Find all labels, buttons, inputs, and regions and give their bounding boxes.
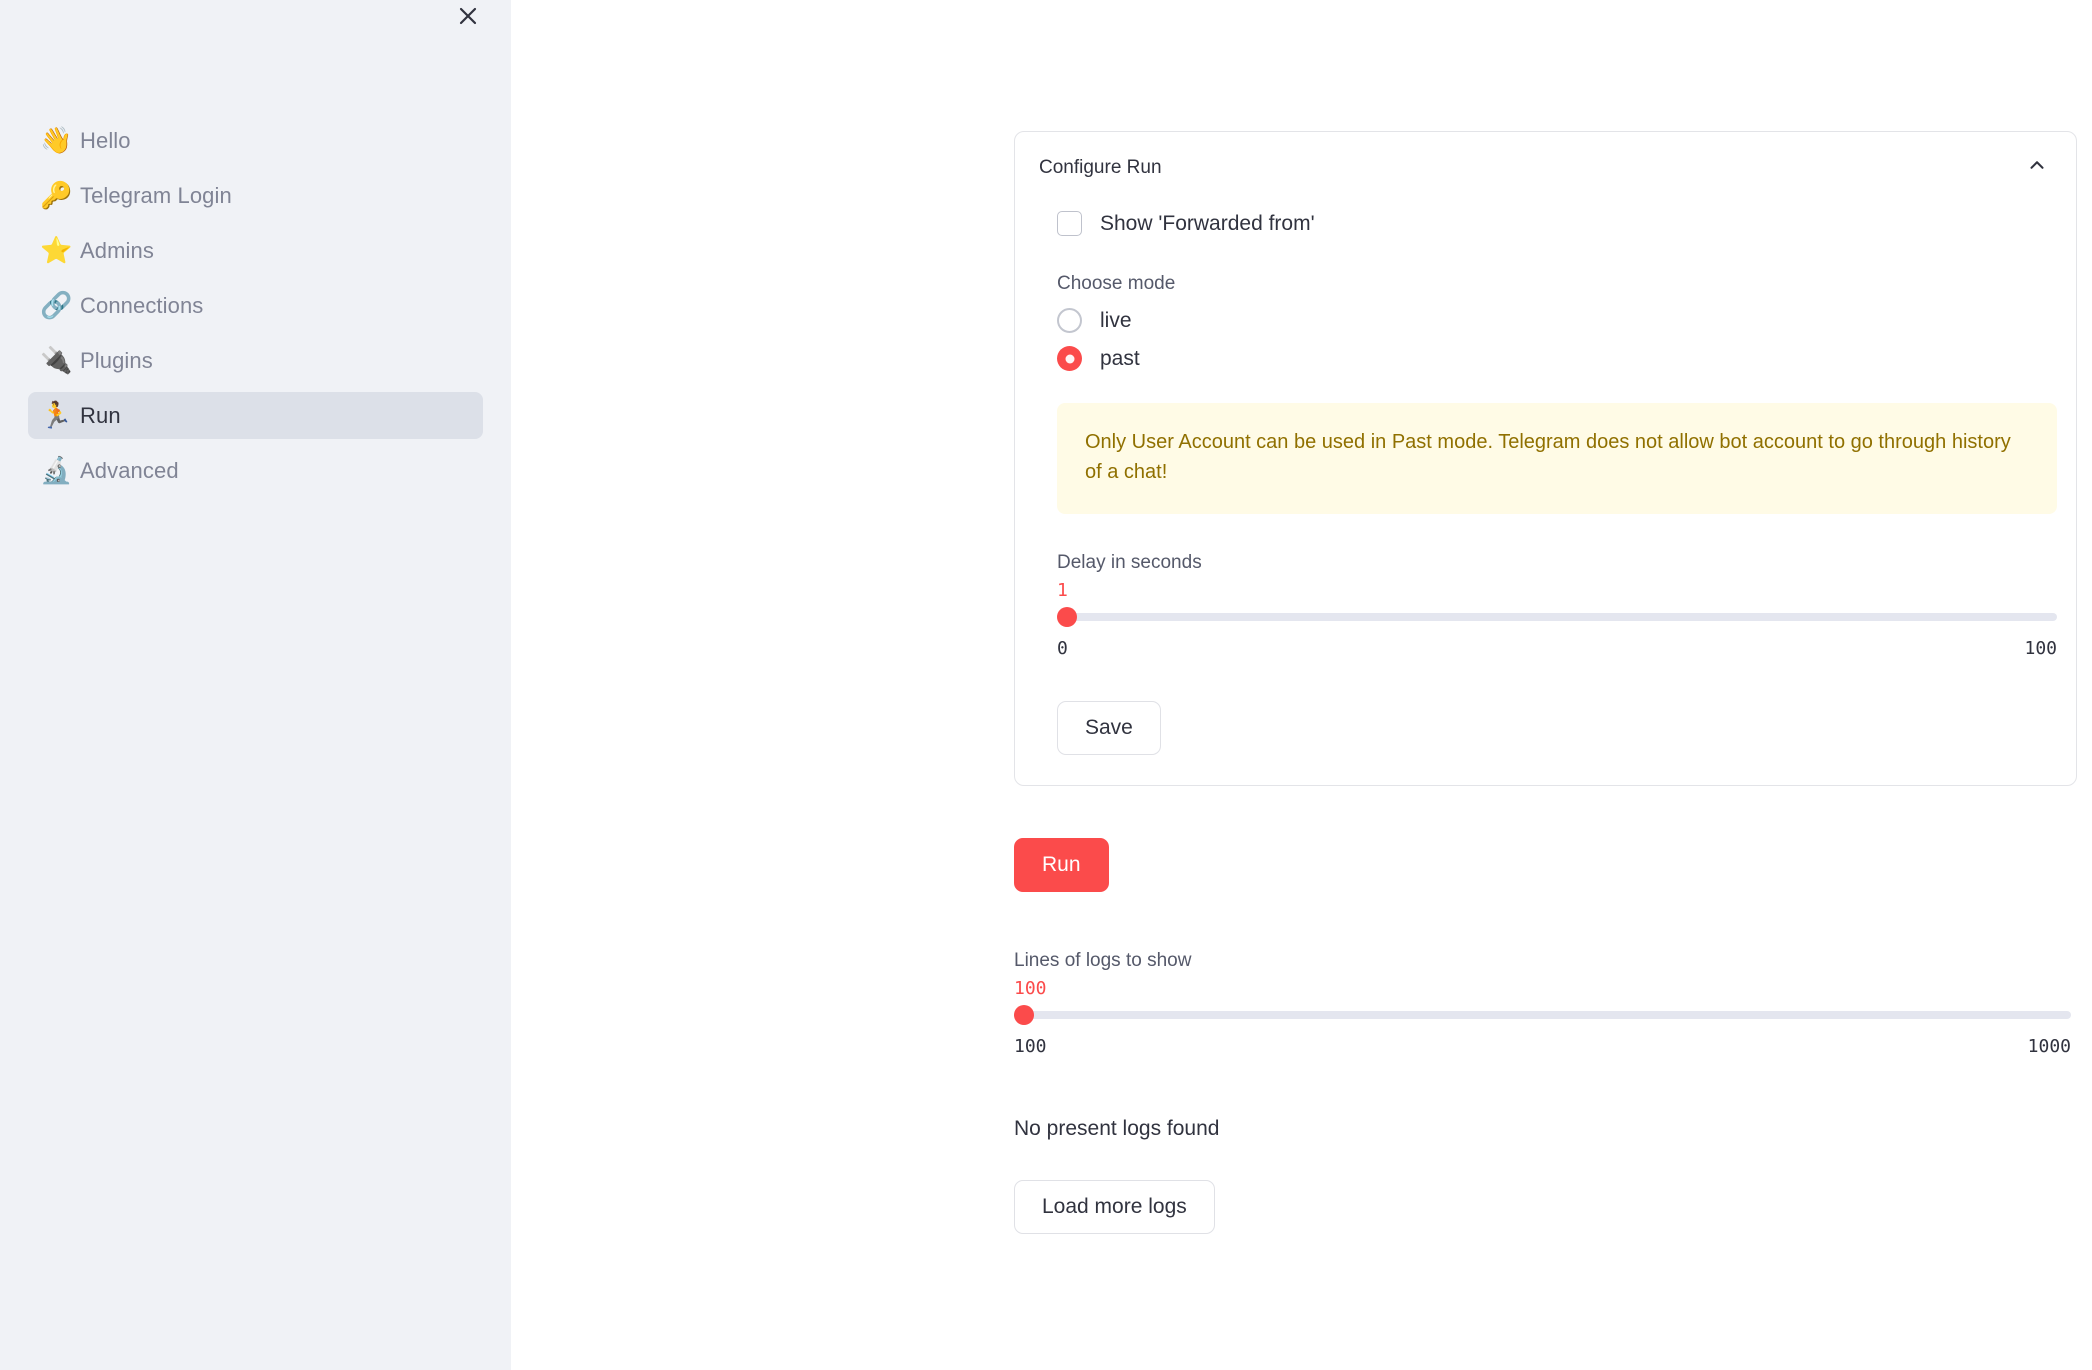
logs-slider-label: Lines of logs to show	[1014, 949, 1192, 971]
sidebar-item-label: Advanced	[80, 457, 179, 483]
show-forwarded-from-row[interactable]: Show 'Forwarded from'	[1057, 211, 2052, 236]
logs-status-text: No present logs found	[1014, 1116, 1220, 1140]
logs-slider-block: Lines of logs to show 100 100 1000	[1014, 950, 2071, 1057]
show-forwarded-from-checkbox[interactable]	[1057, 211, 1082, 236]
waving-hand-emoji: 👋	[40, 125, 73, 156]
sidebar-item-label: Admins	[80, 237, 154, 263]
delay-slider[interactable]	[1057, 606, 2057, 627]
link-emoji: 🔗	[40, 290, 73, 321]
delay-slider-thumb[interactable]	[1057, 606, 1077, 627]
sidebar-item-telegram-login[interactable]: 🔑 Telegram Login	[28, 172, 483, 219]
sidebar-item-run[interactable]: 🏃 Run	[28, 392, 483, 439]
logs-slider-max: 1000	[2027, 1035, 2071, 1057]
sidebar-item-connections[interactable]: 🔗 Connections	[28, 282, 483, 329]
sidebar-item-admins[interactable]: ⭐ Admins	[28, 227, 483, 274]
sidebar-item-label: Run	[80, 402, 121, 428]
key-emoji: 🔑	[40, 180, 73, 211]
delay-slider-track	[1057, 612, 2057, 621]
load-more-logs-button[interactable]: Load more logs	[1014, 1179, 1215, 1234]
sidebar-item-plugins[interactable]: 🔌 Plugins	[28, 337, 483, 384]
checkbox-label: Show 'Forwarded from'	[1100, 211, 1315, 235]
sidebar: 👋 Hello 🔑 Telegram Login ⭐ Admins 🔗 Conn…	[0, 0, 511, 1370]
logs-slider-track	[1014, 1010, 2071, 1019]
chevron-up-icon[interactable]	[2026, 154, 2048, 181]
delay-slider-ticks: 0 100	[1057, 638, 2057, 659]
radio-label: live	[1100, 308, 1132, 332]
logs-slider[interactable]	[1014, 1004, 2071, 1025]
delay-slider-max: 100	[2024, 637, 2057, 659]
close-sidebar-button[interactable]	[448, 0, 488, 36]
run-button-wrap: Run	[1014, 837, 2092, 892]
run-button[interactable]: Run	[1014, 837, 1109, 892]
logs-slider-min: 100	[1014, 1035, 1047, 1057]
radio-live[interactable]	[1057, 308, 1082, 333]
configure-run-panel: Configure Run Show 'Forwarded from' Choo…	[1014, 131, 2077, 786]
content-column: Configure Run Show 'Forwarded from' Choo…	[1014, 131, 2092, 1234]
delay-slider-label: Delay in seconds	[1057, 551, 1202, 573]
choose-mode-label: Choose mode	[1057, 273, 1176, 294]
past-mode-warning: Only User Account can be used in Past mo…	[1057, 403, 2057, 514]
mode-option-live[interactable]: live	[1057, 308, 2052, 333]
save-button[interactable]: Save	[1057, 700, 1161, 755]
star-emoji: ⭐	[40, 235, 73, 266]
sidebar-item-hello[interactable]: 👋 Hello	[28, 117, 483, 164]
logs-slider-value: 100	[1014, 977, 1047, 999]
save-button-wrap: Save	[1057, 700, 2052, 755]
load-more-wrap: Load more logs	[1014, 1179, 2092, 1234]
mode-option-past[interactable]: past	[1057, 346, 2052, 371]
logs-slider-ticks: 100 1000	[1014, 1036, 2071, 1057]
sidebar-nav: 👋 Hello 🔑 Telegram Login ⭐ Admins 🔗 Conn…	[28, 117, 483, 502]
panel-title: Configure Run	[1039, 156, 1162, 178]
close-icon	[456, 4, 480, 28]
microscope-emoji: 🔬	[40, 455, 73, 486]
sidebar-item-label: Hello	[80, 127, 131, 153]
app-root: 👋 Hello 🔑 Telegram Login ⭐ Admins 🔗 Conn…	[0, 0, 2092, 1370]
electric-plug-emoji: 🔌	[40, 345, 73, 376]
delay-slider-value: 1	[1057, 579, 1068, 601]
sidebar-item-label: Connections	[80, 292, 204, 318]
radio-label: past	[1100, 346, 1140, 370]
configure-run-body: Show 'Forwarded from' Choose mode live p…	[1015, 185, 2076, 785]
sidebar-item-label: Plugins	[80, 347, 153, 373]
configure-run-header[interactable]: Configure Run	[1015, 132, 2076, 185]
delay-slider-block: Delay in seconds 1 0 100	[1057, 552, 2057, 659]
sidebar-item-advanced[interactable]: 🔬 Advanced	[28, 447, 483, 494]
logs-slider-thumb[interactable]	[1014, 1004, 1034, 1025]
sidebar-item-label: Telegram Login	[80, 182, 232, 208]
radio-past[interactable]	[1057, 346, 1082, 371]
delay-slider-min: 0	[1057, 637, 1068, 659]
main-content: Configure Run Show 'Forwarded from' Choo…	[511, 0, 2092, 1370]
runner-emoji: 🏃	[40, 400, 73, 431]
